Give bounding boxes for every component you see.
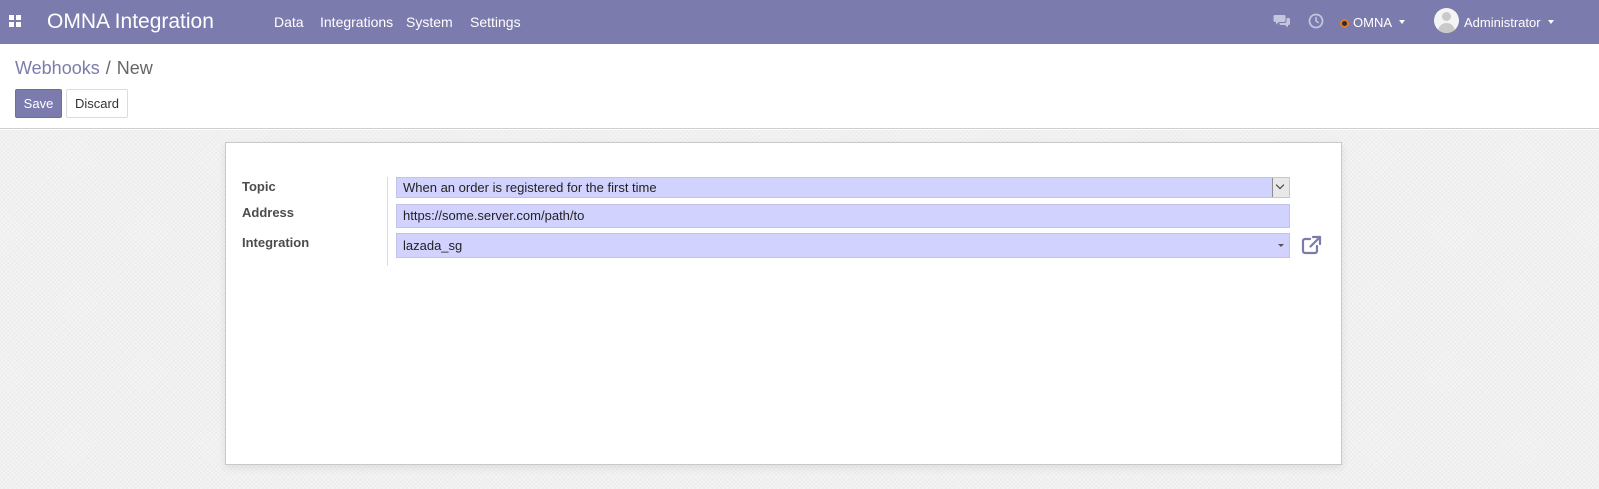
avatar (1434, 8, 1459, 33)
menu-item-system[interactable]: System (406, 14, 453, 31)
chevron-down-icon (1547, 20, 1554, 24)
breadcrumb-webhooks[interactable]: Webhooks (15, 58, 100, 78)
address-value: https://some.server.com/path/to (403, 208, 585, 223)
save-button[interactable]: Save (15, 89, 62, 118)
company-switcher[interactable]: OMNA (1340, 14, 1405, 31)
address-input[interactable]: https://some.server.com/path/to (396, 204, 1290, 228)
label-separator (387, 177, 388, 266)
topic-value: When an order is registered for the firs… (403, 180, 657, 195)
chevron-down-icon (1399, 20, 1405, 24)
breadcrumb-current: New (116, 58, 153, 78)
clock-icon[interactable] (1307, 12, 1325, 30)
integration-dropdown[interactable]: lazada_sg (396, 233, 1290, 258)
apps-menu-icon[interactable] (9, 15, 21, 27)
control-panel: Webhooks / New Save Discard (0, 44, 1599, 129)
menu-item-integrations[interactable]: Integrations (320, 14, 393, 31)
company-name: OMNA (1353, 15, 1392, 30)
breadcrumb-separator: / (105, 58, 111, 78)
select-arrow-icon[interactable] (1272, 178, 1289, 197)
form-view-background: Topic Address Integration When an order … (0, 130, 1599, 489)
menu-item-data[interactable]: Data (274, 14, 304, 31)
top-navbar: OMNA Integration Data Integrations Syste… (0, 0, 1599, 44)
breadcrumb: Webhooks / New (15, 58, 153, 78)
topic-select[interactable]: When an order is registered for the firs… (396, 177, 1290, 198)
form-sheet: Topic Address Integration When an order … (225, 142, 1342, 465)
chat-icon[interactable] (1273, 12, 1291, 30)
app-brand[interactable]: OMNA Integration (47, 9, 214, 35)
menu-item-settings[interactable]: Settings (470, 14, 521, 31)
external-link-icon[interactable] (1301, 235, 1323, 255)
user-name: Administrator (1464, 15, 1541, 30)
caret-down-icon (1278, 244, 1284, 247)
integration-value: lazada_sg (403, 238, 463, 253)
discard-button[interactable]: Discard (66, 89, 128, 118)
address-label: Address (242, 205, 295, 220)
company-logo-icon (1340, 19, 1349, 28)
integration-label: Integration (242, 235, 310, 250)
topic-label: Topic (242, 179, 276, 194)
